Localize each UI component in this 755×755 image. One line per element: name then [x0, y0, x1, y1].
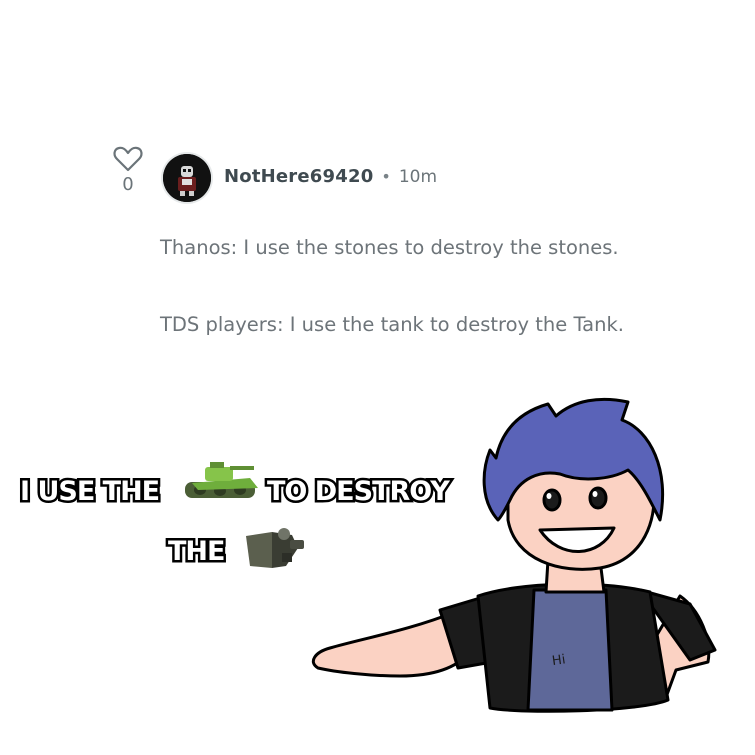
green-tank-icon [185, 462, 258, 498]
avatar[interactable] [163, 154, 211, 202]
comment-meta: NotHere69420 • 10m [224, 166, 437, 187]
meme-text-line1b: TO DESTROY [267, 476, 450, 507]
avatar-character [163, 154, 211, 202]
username-link[interactable]: NotHere69420 [224, 166, 373, 187]
separator-dot: • [381, 167, 391, 186]
meme-image: I USE THE TO DESTROY THE Hi [18, 397, 717, 713]
like-count: 0 [122, 174, 134, 195]
heart-icon[interactable] [113, 146, 143, 172]
meme-text-line2: THE [168, 536, 224, 567]
timestamp: 10m [398, 166, 438, 187]
comment-line-2: TDS players: I use the tank to destroy t… [160, 313, 624, 336]
like-control[interactable]: 0 [112, 146, 144, 195]
meme-text-line1a: I USE THE [20, 476, 159, 507]
shirt-text: Hi [551, 652, 566, 669]
tank-tower-icon [246, 528, 304, 568]
cartoon-character: Hi [311, 397, 717, 713]
comment-line-1: Thanos: I use the stones to destroy the … [160, 236, 619, 259]
